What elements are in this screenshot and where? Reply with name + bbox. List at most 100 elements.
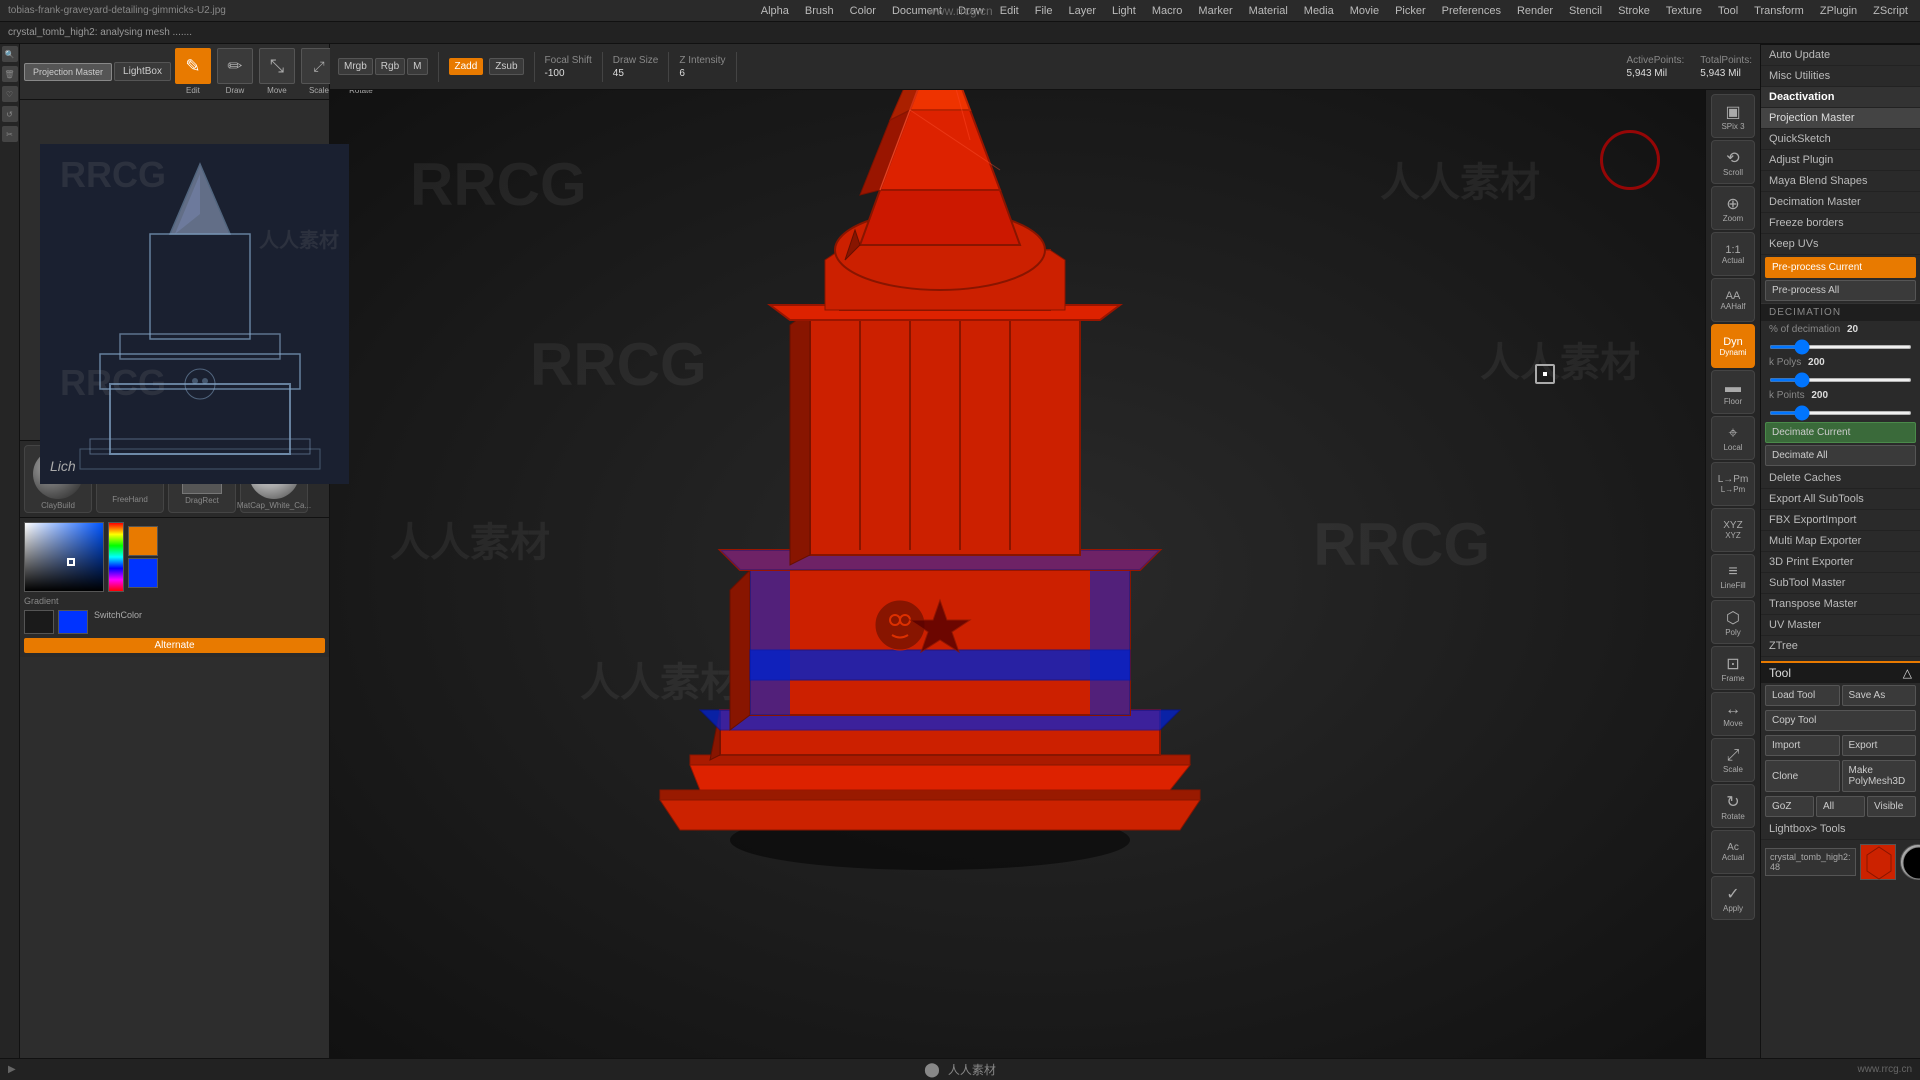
menu-texture[interactable]: Texture [1662,3,1706,19]
multi-map-exporter-item[interactable]: Multi Map Exporter [1761,531,1920,552]
dynami-btn[interactable]: DynDynami [1711,324,1755,368]
save-tool-btn[interactable]: Save As [1842,685,1917,706]
projection-master-item[interactable]: Projection Master [1761,108,1920,129]
mrgb-btn[interactable]: Mrgb [338,58,373,75]
lpm-btn[interactable]: L→PmL→Pm [1711,462,1755,506]
decimation-master-item[interactable]: Decimation Master [1761,192,1920,213]
freeze-borders-item[interactable]: Freeze borders [1761,213,1920,234]
tool-thumb-red[interactable] [1860,844,1896,880]
local-btn[interactable]: ⌖Local [1711,416,1755,460]
left-tool-3[interactable]: 🗑 [2,66,18,82]
lightbox-btn[interactable]: LightBox [114,62,171,81]
menu-zplugin[interactable]: ZPlugin [1816,3,1861,19]
delete-caches-item[interactable]: Delete Caches [1761,468,1920,489]
auto-update-item[interactable]: Auto Update [1761,45,1920,66]
actual-btn[interactable]: 1:1Actual [1711,232,1755,276]
preprocess-current-btn[interactable]: Pre-process Current [1765,257,1916,278]
goz-btn[interactable]: GoZ [1765,796,1814,817]
export-btn[interactable]: Export [1842,735,1917,756]
make-polymesh-btn[interactable]: Make PolyMesh3D [1842,760,1917,792]
main-viewport[interactable]: RRCG 人人素材 RRCG 人人素材 人人素材 RRCG 人人素材 [330,90,1740,1058]
deactivation-item[interactable]: Deactivation [1761,87,1920,108]
preprocess-all-btn[interactable]: Pre-process All [1765,280,1916,301]
foreground-color[interactable] [128,526,158,556]
menu-zscript[interactable]: ZScript [1869,3,1912,19]
move-icon-btn[interactable]: ↔Move [1711,692,1755,736]
spix-btn[interactable]: ▣SPix 3 [1711,94,1755,138]
rotate-icon-btn[interactable]: ↻Rotate [1711,784,1755,828]
menu-preferences[interactable]: Preferences [1438,3,1505,19]
tool-thumb-sphere[interactable] [1900,844,1920,880]
export-all-subtools-item[interactable]: Export All SubTools [1761,489,1920,510]
move-btn[interactable]: ⤡ [259,48,295,84]
adjust-plugin-item[interactable]: Adjust Plugin [1761,150,1920,171]
quicksketch-item[interactable]: QuickSketch [1761,129,1920,150]
aahalf-btn[interactable]: AAAAHalf [1711,278,1755,322]
scale-icon-btn[interactable]: ⤢Scale [1711,738,1755,782]
left-tool-4[interactable]: ♡ [2,86,18,102]
kpoly-slider[interactable] [1769,378,1912,382]
keep-uvs-item[interactable]: Keep UVs [1761,234,1920,255]
menu-layer[interactable]: Layer [1064,3,1100,19]
ztree-item[interactable]: ZTree [1761,636,1920,657]
frame-btn[interactable]: ⊡Frame [1711,646,1755,690]
linefill-btn[interactable]: ≡LineFill [1711,554,1755,598]
zsub-btn[interactable]: Zsub [489,58,523,75]
copy-tool-btn[interactable]: Copy Tool [1765,710,1916,731]
tool-section-collapse[interactable]: △ [1903,666,1912,680]
edit-btn[interactable]: ✎ [175,48,211,84]
alternate-btn[interactable]: Alternate [24,638,325,653]
menu-color[interactable]: Color [846,3,880,19]
uv-master-item[interactable]: UV Master [1761,615,1920,636]
all-btn[interactable]: All [1816,796,1865,817]
rgb-btn[interactable]: Rgb [375,58,405,75]
menu-edit[interactable]: Edit [996,3,1023,19]
fbx-export-import-item[interactable]: FBX ExportImport [1761,510,1920,531]
menu-alpha[interactable]: Alpha [757,3,793,19]
left-tool-2[interactable]: 🔍 [2,46,18,62]
menu-file[interactable]: File [1031,3,1057,19]
transpose-master-item[interactable]: Transpose Master [1761,594,1920,615]
clone-btn[interactable]: Clone [1765,760,1840,792]
menu-picker[interactable]: Picker [1391,3,1430,19]
visible-btn[interactable]: Visible [1867,796,1916,817]
menu-tool[interactable]: Tool [1714,3,1742,19]
xyz-btn[interactable]: XYZXYZ [1711,508,1755,552]
menu-marker[interactable]: Marker [1194,3,1236,19]
menu-macro[interactable]: Macro [1148,3,1187,19]
zadd-btn[interactable]: Zadd [449,58,484,75]
lightbox-tools-item[interactable]: Lightbox> Tools [1761,819,1920,840]
menu-media[interactable]: Media [1300,3,1338,19]
background-color[interactable] [128,558,158,588]
3d-print-exporter-item[interactable]: 3D Print Exporter [1761,552,1920,573]
menu-transform[interactable]: Transform [1750,3,1808,19]
floor-btn[interactable]: ▬Floor [1711,370,1755,414]
decimate-current-btn[interactable]: Decimate Current [1765,422,1916,443]
menu-brush[interactable]: Brush [801,3,838,19]
load-tool-btn[interactable]: Load Tool [1765,685,1840,706]
m-btn[interactable]: M [407,58,427,75]
color-gradient-picker[interactable] [24,522,104,592]
import-btn[interactable]: Import [1765,735,1840,756]
kpoints-slider[interactable] [1769,411,1912,415]
pct-slider[interactable] [1769,345,1912,349]
menu-render[interactable]: Render [1513,3,1557,19]
zoom-btn[interactable]: ⊕Zoom [1711,186,1755,230]
subtool-master-item[interactable]: SubTool Master [1761,573,1920,594]
scroll-btn[interactable]: ⟲Scroll [1711,140,1755,184]
switch-color-swatch-blue[interactable] [58,610,88,634]
switch-color-swatch-dark[interactable] [24,610,54,634]
menu-movie[interactable]: Movie [1346,3,1383,19]
left-tool-5[interactable]: ↺ [2,106,18,122]
menu-material[interactable]: Material [1245,3,1292,19]
menu-stencil[interactable]: Stencil [1565,3,1606,19]
decimate-all-btn[interactable]: Decimate All [1765,445,1916,466]
maya-blend-item[interactable]: Maya Blend Shapes [1761,171,1920,192]
draw-mode-btn[interactable]: ✏ [217,48,253,84]
menu-stroke[interactable]: Stroke [1614,3,1654,19]
menu-light[interactable]: Light [1108,3,1140,19]
left-tool-6[interactable]: ✂ [2,126,18,142]
poly-btn[interactable]: ⬡Poly [1711,600,1755,644]
misc-utilities-item[interactable]: Misc Utilities [1761,66,1920,87]
hue-slider[interactable] [108,522,124,592]
